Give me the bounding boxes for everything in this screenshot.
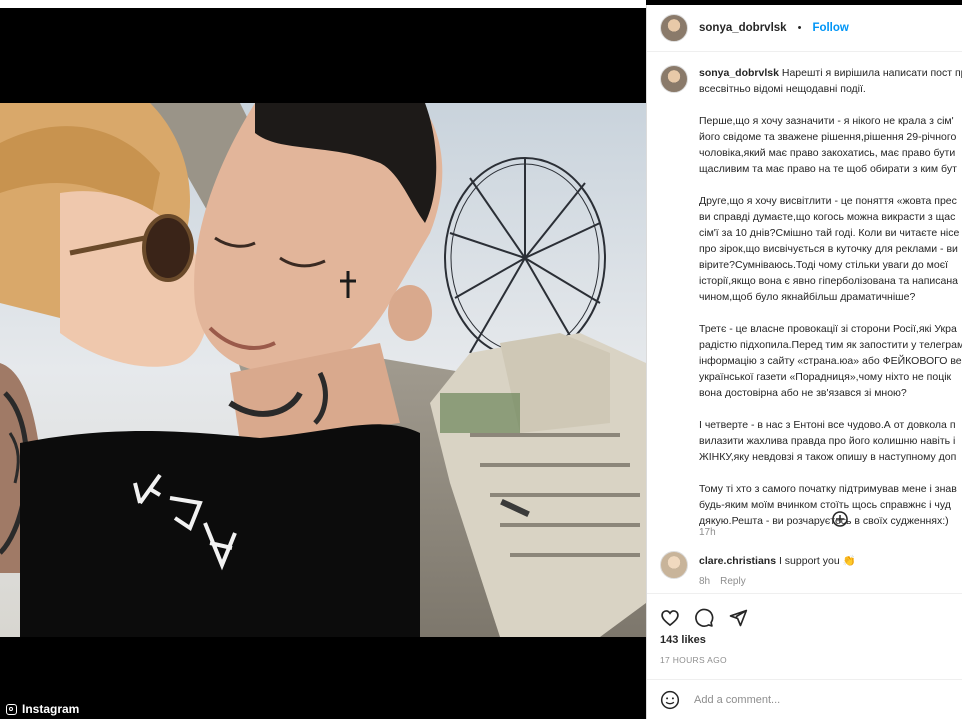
photo-illustration	[0, 103, 646, 637]
caption-line: щасливим та має право на те щоб обирати …	[699, 163, 957, 175]
post-header: sonya_dobrvlsk • Follow	[647, 5, 962, 52]
caption: sonya_dobrvlsk Нарешті я вирішила написа…	[647, 53, 962, 541]
comments-section[interactable]: sonya_dobrvlsk Нарешті я вирішила написа…	[647, 53, 962, 593]
caption-line: чином,щоб було якнайбільш драматичніше?	[699, 291, 916, 303]
caption-line: ви справді думаєте,що когось можна викра…	[699, 211, 956, 223]
caption-line: вилазити жахлива правда про його колишню…	[699, 435, 956, 447]
caption-line: про зірок,що висвічується в куточку для …	[699, 243, 958, 255]
separator-dot: •	[797, 22, 802, 34]
emoji-icon[interactable]	[660, 690, 680, 710]
plus-circle-icon[interactable]	[832, 511, 848, 527]
caption-line: вона достовірна або не зв'язався зі мною…	[699, 387, 907, 399]
caption-avatar[interactable]	[660, 65, 688, 93]
caption-line: інформацію з сайту «страна.юа» або ФЕЙКО…	[699, 355, 962, 367]
caption-text: sonya_dobrvlsk Нарешті я вирішила написа…	[699, 65, 962, 541]
post-timestamp: 17 HOURS AGO	[660, 655, 727, 665]
caption-line: його свідоме та зважене рішення,рішення …	[699, 131, 957, 143]
caption-username[interactable]: sonya_dobrvlsk	[699, 67, 779, 79]
follow-button[interactable]: Follow	[812, 22, 848, 34]
watermark-label: Instagram	[22, 702, 80, 716]
reply-button[interactable]: Reply	[720, 576, 746, 587]
caption-line: вірите?Сумніваюсь.Тоді чому стільки уваг…	[699, 259, 949, 271]
send-icon[interactable]	[728, 608, 748, 628]
caption-line: української газети «Порадниця»,чому ніхт…	[699, 371, 952, 383]
caption-line: радістю підхопила.Перед тим як запостити…	[699, 339, 962, 351]
post-photo	[0, 103, 646, 637]
caption-line: сім'ї за 10 днів?Смішно тай годі. Коли в…	[699, 227, 960, 239]
author-username[interactable]: sonya_dobrvlsk	[699, 22, 787, 34]
top-strip	[0, 0, 646, 8]
instagram-icon	[6, 703, 17, 715]
commenter-avatar[interactable]	[660, 551, 688, 579]
caption-line: ЖІНКУ,яку невдовзі я також опишу в насту…	[699, 451, 957, 463]
comment-input[interactable]	[692, 692, 936, 707]
caption-line: історії,якщо вона є явно гіперболізована…	[699, 275, 958, 287]
caption-line: Друге,що я хочу висвітлити - це поняття …	[699, 195, 957, 207]
caption-intro: Нарешті я вирішила написати пост пр	[781, 67, 962, 79]
comment-item: clare.christians I support you 👏 8h Reply	[660, 551, 856, 587]
caption-body: всесвітньо відомі нещодавні події. Перше,…	[699, 81, 962, 529]
caption-line: всесвітньо відомі нещодавні події.	[699, 83, 866, 95]
action-bar	[647, 593, 962, 633]
add-comment-bar	[647, 679, 962, 719]
comment-body: clare.christians I support you 👏	[699, 551, 856, 568]
caption-line: чоловіка,який має право закохатись, має …	[699, 147, 956, 159]
likes-count[interactable]: 143 likes	[660, 634, 706, 646]
comment-icon[interactable]	[694, 608, 714, 628]
commenter-username[interactable]: clare.christians	[699, 555, 776, 567]
caption-line: Тому ті хто з самого початку підтримував…	[699, 483, 957, 495]
caption-line: Перше,що я хочу зазначити - я нікого не …	[699, 115, 954, 127]
caption-line: дякую.Решта - ви розчаруєтесь в своїх су…	[699, 515, 949, 527]
comment-meta: 8h Reply	[699, 576, 856, 587]
comment-time: 8h	[699, 576, 711, 587]
post-media[interactable]: Instagram	[0, 8, 646, 719]
comment-text: I support you 👏	[778, 555, 856, 567]
caption-line: І четверте - в нас з Ентоні все чудово.А…	[699, 419, 956, 431]
author-avatar[interactable]	[660, 14, 688, 42]
post-side-panel: sonya_dobrvlsk • Follow sonya_dobrvlsk Н…	[646, 5, 962, 719]
heart-icon[interactable]	[660, 608, 680, 628]
caption-line: Третє - це власне провокації зі сторони …	[699, 323, 957, 335]
instagram-watermark: Instagram	[6, 702, 79, 716]
caption-line: будь-яким моїм вчинком стоїть щось справ…	[699, 499, 951, 511]
